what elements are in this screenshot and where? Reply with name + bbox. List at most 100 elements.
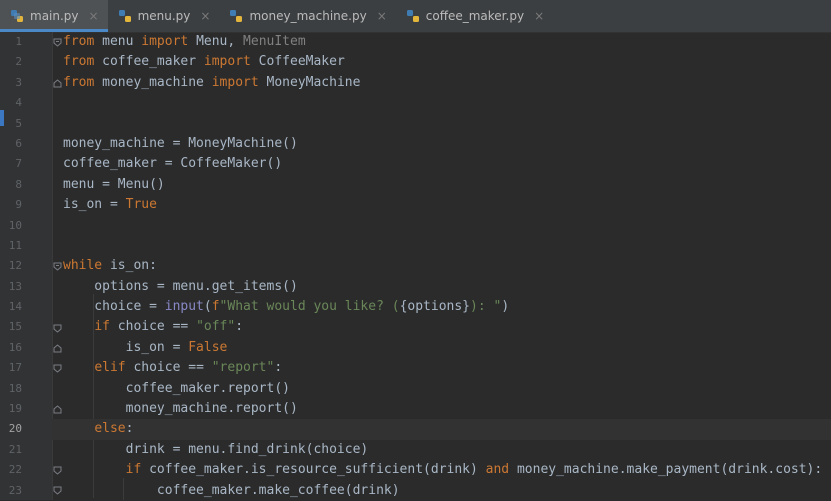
keyword: f <box>211 299 220 315</box>
code-line: from menu import Menu, MenuItem <box>63 32 831 52</box>
code-line: menu = Menu() <box>63 175 831 195</box>
code-text: {options} <box>399 299 471 315</box>
code-text: : <box>274 360 283 376</box>
keyword: import <box>203 54 251 70</box>
builtin: input <box>164 299 204 315</box>
code-text: ( <box>203 299 212 315</box>
code-line: choice = input(f"What would you like? ({… <box>63 297 831 317</box>
close-icon[interactable]: × <box>534 9 544 23</box>
tab-coffee-maker-py[interactable]: coffee_maker.py × <box>396 0 553 32</box>
close-icon[interactable]: × <box>377 9 387 23</box>
code-text: coffee_maker <box>94 54 204 70</box>
code-text: CoffeeMaker <box>250 54 345 70</box>
code-text: choice == <box>125 360 212 376</box>
code-line: coffee_maker.report() <box>63 379 831 399</box>
code-text: money_machine = MoneyMachine() <box>63 135 298 151</box>
keyword: if <box>94 319 110 335</box>
fold-icon[interactable] <box>53 364 62 373</box>
unused-import: MenuItem <box>243 34 306 49</box>
keyword: from <box>63 54 95 70</box>
fold-icon[interactable] <box>53 38 62 47</box>
tab-main-py[interactable]: main.py × <box>0 0 108 32</box>
line-number: 7 <box>15 157 22 171</box>
fold-end-icon[interactable] <box>53 344 62 353</box>
line-number: 5 <box>15 116 22 130</box>
tab-money-machine-py[interactable]: money_machine.py × <box>219 0 395 32</box>
tab-menu-py[interactable]: menu.py × <box>108 0 220 32</box>
code-line: coffee_maker = CoffeeMaker() <box>63 154 831 174</box>
code-text: money_machine.report() <box>63 401 298 417</box>
close-icon[interactable]: × <box>200 9 210 23</box>
string-literal: "report" <box>211 360 275 376</box>
line-number: 21 <box>8 442 22 456</box>
code-text: ) <box>501 299 510 315</box>
code-text: is_on: <box>102 258 157 274</box>
code-text: choice = <box>63 299 165 315</box>
code-text: menu <box>94 34 142 49</box>
code-text: coffee_maker = CoffeeMaker() <box>63 156 283 172</box>
code-line-current: else: <box>52 419 831 440</box>
code-line: from money_machine import MoneyMachine <box>63 73 831 93</box>
keyword: if <box>125 462 142 478</box>
line-number: 2 <box>15 55 22 69</box>
line-number: 1 <box>15 35 22 48</box>
fold-end-icon[interactable] <box>53 405 62 414</box>
code-text: is_on = <box>63 197 126 213</box>
code-text: : <box>235 319 244 335</box>
code-line: is_on = True <box>63 195 831 215</box>
code-text: money_machine.make_payment(drink.cost): <box>509 462 823 478</box>
keyword: elif <box>94 360 126 376</box>
code-line: is_on = False <box>63 338 831 358</box>
code-line: options = menu.get_items() <box>63 277 831 297</box>
code-line: if choice == "off": <box>63 317 831 337</box>
tab-label: menu.py <box>137 9 191 23</box>
line-numbers: 1 2 3 4 5 6 7 8 9 10 11 12 13 14 15 16 1… <box>0 32 32 501</box>
code-text: MoneyMachine <box>258 74 361 90</box>
line-number: 8 <box>15 177 22 191</box>
code-text: coffee_maker.report() <box>63 380 290 396</box>
code-line: coffee_maker.make_coffee(drink) <box>63 481 831 501</box>
python-file-icon <box>406 10 419 22</box>
fold-icon[interactable] <box>53 262 62 271</box>
python-file-icon <box>118 10 131 22</box>
code-text: options = menu.get_items() <box>63 278 298 294</box>
fold-icon[interactable] <box>53 466 62 475</box>
code-line: money_machine.report() <box>63 399 831 419</box>
keyword: from <box>63 74 95 90</box>
line-number: 11 <box>8 238 22 252</box>
keyword: False <box>188 339 228 355</box>
line-number: 4 <box>15 96 22 110</box>
code-text: coffee_maker.make_coffee(drink) <box>63 482 400 498</box>
fold-end-icon[interactable] <box>53 79 62 88</box>
code-text: : <box>125 421 134 437</box>
tab-label: money_machine.py <box>249 9 367 23</box>
line-number: 9 <box>15 198 22 212</box>
line-number: 23 <box>8 483 22 497</box>
fold-icon[interactable] <box>53 486 62 495</box>
keyword: while <box>63 258 103 274</box>
line-number-current: 20 <box>8 422 22 436</box>
line-number: 16 <box>8 340 22 354</box>
line-number: 19 <box>8 402 22 416</box>
code-text: menu = Menu() <box>63 176 165 192</box>
keyword: import <box>141 34 189 49</box>
code-text: drink = menu.find_drink(choice) <box>63 441 369 457</box>
code-text: is_on = <box>63 339 189 355</box>
tab-label: coffee_maker.py <box>425 9 525 23</box>
code-line: if coffee_maker.is_resource_sufficient(d… <box>63 460 831 480</box>
close-icon[interactable]: × <box>89 9 99 23</box>
code-text: choice == <box>109 319 197 335</box>
line-number: 12 <box>8 259 22 273</box>
python-file-icon <box>230 10 243 22</box>
code-editor[interactable]: from menu import Menu, MenuItem from cof… <box>52 32 831 501</box>
fold-icon[interactable] <box>53 324 62 333</box>
line-number: 10 <box>8 218 22 232</box>
code-line: elif choice == "report": <box>63 358 831 378</box>
code-line: money_machine = MoneyMachine() <box>63 134 831 154</box>
editor-scrollbar[interactable] <box>823 32 831 500</box>
